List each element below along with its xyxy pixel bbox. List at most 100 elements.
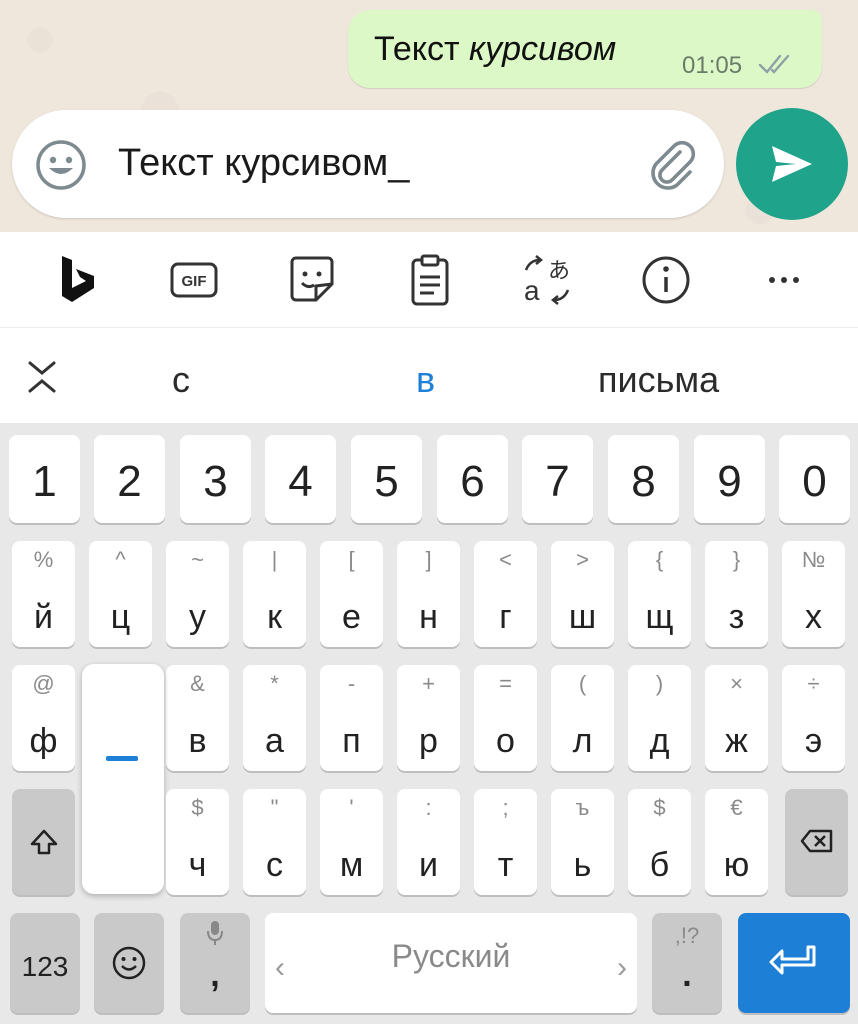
key-4[interactable]: 4	[265, 435, 336, 523]
key-с[interactable]: " с	[243, 789, 306, 895]
key-alt-label: %	[33, 547, 54, 572]
svg-text:あ: あ	[548, 259, 570, 284]
key-5[interactable]: 5	[351, 435, 422, 523]
key-label: е	[342, 598, 361, 636]
key-ш[interactable]: > ш	[551, 541, 614, 647]
key-alt-label: ×	[730, 671, 743, 696]
key-2[interactable]: 2	[94, 435, 165, 523]
key-alt-label: ^	[115, 547, 126, 572]
key-alt-label: ,!?	[674, 923, 700, 948]
double-check-icon	[758, 54, 790, 74]
keyboard: 1 2 3 4 5 6 7 8 9 0 % й ^ ц ~ у | к [е ] н < г…	[0, 423, 858, 1024]
key-п[interactable]: -п	[320, 665, 383, 771]
key-а[interactable]: * а	[243, 665, 306, 771]
emoji-key[interactable]	[94, 913, 164, 1013]
collapse-icon[interactable]	[22, 357, 62, 397]
key-г[interactable]: < г	[474, 541, 537, 647]
gif-icon[interactable]: GIF	[164, 250, 224, 310]
underscore-preview	[106, 756, 138, 761]
key-к[interactable]: | к	[243, 541, 306, 647]
attachment-icon[interactable]	[644, 138, 700, 194]
key-alt-label: №	[801, 547, 826, 572]
key-alt-label: $	[191, 795, 204, 820]
key-л[interactable]: (л	[551, 665, 614, 771]
key-м[interactable]: ' м	[320, 789, 383, 895]
key-3[interactable]: 3	[180, 435, 251, 523]
key-alt-label: {	[655, 547, 664, 572]
key-label: щ	[645, 598, 674, 636]
key-н[interactable]: ] н	[397, 541, 460, 647]
key-alt-label: *	[270, 671, 279, 696]
key-д[interactable]: ) д	[628, 665, 691, 771]
key-ч[interactable]: $ ч	[166, 789, 229, 895]
key-ф[interactable]: @ ф	[12, 665, 75, 771]
clipboard-icon[interactable]	[400, 250, 460, 310]
key-е[interactable]: [е	[320, 541, 383, 647]
key-1[interactable]: 1	[9, 435, 80, 523]
key-ь[interactable]: ъь	[551, 789, 614, 895]
key-label: ш	[568, 598, 597, 636]
key-щ[interactable]: {щ	[628, 541, 691, 647]
sticker-icon[interactable]	[282, 250, 342, 310]
key-alt-label: (	[578, 671, 587, 696]
key-label: о	[496, 722, 515, 760]
key-label: ,	[210, 956, 220, 994]
key-label: 0	[802, 457, 827, 506]
microphone-icon	[207, 921, 223, 945]
period-key[interactable]: ,!? .	[652, 913, 722, 1013]
shift-key[interactable]	[12, 789, 75, 895]
backspace-key[interactable]	[785, 789, 848, 895]
key-alt-label: )	[655, 671, 664, 696]
key-ю[interactable]: € ю	[705, 789, 768, 895]
key-х[interactable]: № х	[782, 541, 845, 647]
key-8[interactable]: 8	[608, 435, 679, 523]
numbers-key[interactable]: 123	[10, 913, 80, 1013]
key-label: и	[419, 846, 438, 884]
key-alt-label: @	[32, 671, 55, 696]
key-7[interactable]: 7	[522, 435, 593, 523]
key-ж[interactable]: × ж	[705, 665, 768, 771]
key-9[interactable]: 9	[694, 435, 765, 523]
send-button[interactable]	[736, 108, 848, 220]
suggestion-left[interactable]: с	[172, 359, 190, 401]
key-и[interactable]: :и	[397, 789, 460, 895]
more-icon[interactable]	[754, 250, 814, 310]
sent-message-bubble[interactable]: Текст курсивом 01:05	[348, 10, 822, 88]
key-ц[interactable]: ^ ц	[89, 541, 152, 647]
key-в[interactable]: & в	[166, 665, 229, 771]
key-з[interactable]: } з	[705, 541, 768, 647]
key-label: п	[342, 722, 361, 760]
key-label: 3	[203, 457, 228, 506]
key-т[interactable]: ; т	[474, 789, 537, 895]
suggestion-right[interactable]: письма	[598, 359, 719, 401]
key-label: ц	[110, 598, 131, 636]
enter-key[interactable]	[738, 913, 850, 1013]
message-input-field[interactable]: Текст курсивом_	[118, 142, 409, 185]
bing-icon[interactable]	[46, 250, 106, 310]
key-й[interactable]: % й	[12, 541, 75, 647]
key-alt-label: }	[732, 547, 741, 572]
message-input-box[interactable]: Текст курсивом_	[12, 110, 724, 218]
key-0[interactable]: 0	[779, 435, 850, 523]
key-6[interactable]: 6	[437, 435, 508, 523]
space-key[interactable]: ‹ Русский ›	[265, 913, 637, 1013]
key-label: д	[649, 722, 670, 760]
key-о[interactable]: = о	[474, 665, 537, 771]
key-label: м	[339, 846, 364, 884]
info-icon[interactable]	[636, 250, 696, 310]
key-р[interactable]: + р	[397, 665, 460, 771]
translate-icon[interactable]: aあ	[518, 250, 578, 310]
comma-key[interactable]: ,	[180, 913, 250, 1013]
svg-text:a: a	[524, 275, 540, 306]
emoji-icon[interactable]	[34, 138, 88, 192]
smiley-icon	[112, 946, 146, 980]
key-label: ь	[573, 846, 592, 884]
key-б[interactable]: $ б	[628, 789, 691, 895]
key-у[interactable]: ~ у	[166, 541, 229, 647]
key-alt-label: "	[270, 795, 279, 820]
key-label: т	[497, 846, 514, 884]
key-preview-popup	[82, 664, 164, 894]
suggestion-middle[interactable]: в	[416, 359, 435, 401]
key-э[interactable]: ÷ э	[782, 665, 845, 771]
suggestion-bar: с в письма	[0, 329, 858, 423]
